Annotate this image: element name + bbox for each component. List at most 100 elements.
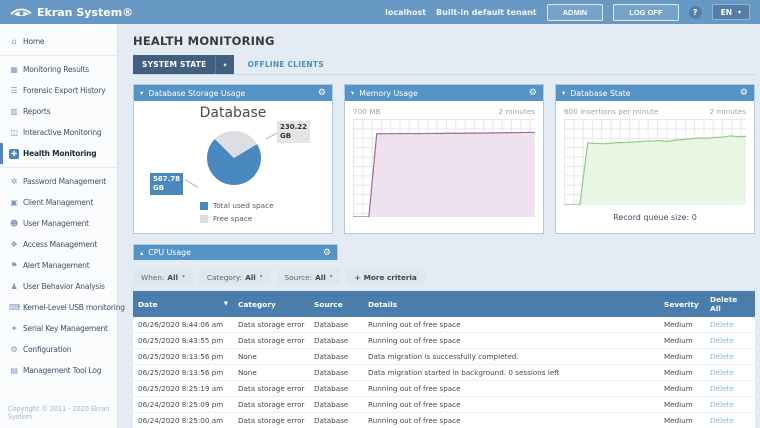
logoff-button[interactable]: LOG OFF [613, 4, 678, 21]
cell-severity: Medium [659, 333, 705, 349]
sidebar-item-label: User Behavior Analysis [23, 281, 105, 292]
record-queue-label: Record queue size: 0 [556, 213, 754, 222]
sidebar-item-alert-management[interactable]: ⚑Alert Management [0, 255, 117, 276]
screen-icon: ◫ [9, 127, 19, 138]
tab-system-state[interactable]: SYSTEM STATE ▾ [133, 55, 234, 74]
filter-row: When: All ▾ Category: All ▾ Source: All … [133, 269, 755, 285]
storage-panel-header: ▾ Database Storage Usage ⚙ [134, 85, 332, 101]
cell-date: 06/26/2020 8:44:06 am [133, 317, 233, 333]
sidebar-item-monitoring-results[interactable]: ▦Monitoring Results [0, 59, 117, 80]
access-icon: ❖ [9, 239, 19, 250]
column-header-source[interactable]: Source [309, 291, 363, 317]
cpu-panel-header: ▴ CPU Usage ⚙ [133, 244, 338, 260]
sidebar-item-client-management[interactable]: ▣Client Management [0, 192, 117, 213]
more-criteria-button[interactable]: + More criteria [346, 269, 424, 285]
sidebar-item-configuration[interactable]: ⚙Configuration [0, 339, 117, 360]
legend-label-free: Free space [213, 214, 252, 223]
free-space-value: 230.22 GB [277, 121, 310, 143]
table-row: 06/26/2020 8:44:06 amData storage error D… [133, 317, 755, 333]
chevron-down-icon[interactable]: ▾ [215, 55, 233, 74]
sidebar-item-user-management[interactable]: ☻User Management [0, 213, 117, 234]
table-row: 06/24/2020 8:25:09 pmData storage errorD… [133, 397, 755, 413]
gear-icon[interactable]: ⚙ [529, 88, 537, 98]
column-header-severity[interactable]: Severity [659, 291, 705, 317]
column-header-category[interactable]: Category [233, 291, 309, 317]
memory-window-label: 2 minutes [499, 107, 536, 116]
cell-action: Delete [705, 413, 755, 428]
sidebar-item-serial-key-management[interactable]: ✦Serial Key Management [0, 318, 117, 339]
tab-offline-clients[interactable]: OFFLINE CLIENTS [234, 55, 338, 74]
sidebar-item-password-management[interactable]: ✲Password Management [0, 171, 117, 192]
database-chart-labels: 600 insertions per minute 2 minutes [556, 101, 754, 119]
cell-action: Delete [705, 365, 755, 381]
column-header-date[interactable]: Date ▼ [133, 291, 233, 317]
more-criteria-label: More criteria [364, 273, 417, 282]
cell-source: Database [309, 413, 363, 428]
cell-date: 06/25/2020 8:13:56 pm [133, 365, 233, 381]
gear-icon[interactable]: ⚙ [318, 88, 326, 98]
events-table-card: Date ▼ Category Source Details Severity … [133, 291, 755, 428]
column-header-details[interactable]: Details [363, 291, 659, 317]
help-icon[interactable]: ? [689, 6, 702, 19]
database-state-panel: ▾ Database State ⚙ 600 insertions per mi… [555, 84, 755, 234]
gear-icon[interactable]: ⚙ [740, 88, 748, 98]
cell-date: 06/25/2020 8:25:19 am [133, 381, 233, 397]
sidebar-item-interactive-monitoring[interactable]: ◫Interactive Monitoring [0, 122, 117, 143]
delete-link[interactable]: Delete [710, 400, 734, 409]
admin-button[interactable]: ADMIN [547, 4, 604, 21]
sidebar-item-label: Alert Management [23, 260, 89, 271]
sidebar-item-home[interactable]: ⌂Home [0, 31, 117, 52]
legend-label-used: Total used space [213, 201, 274, 210]
behavior-icon: ♟ [9, 281, 19, 292]
cell-severity: Medium [659, 317, 705, 333]
sidebar-item-kernel-level-usb-monitoring[interactable]: ⌨Kernel-Level USB monitoring [0, 297, 117, 318]
sidebar-item-access-management[interactable]: ❖Access Management [0, 234, 117, 255]
delete-link[interactable]: Delete [710, 384, 734, 393]
delete-link[interactable]: Delete [710, 336, 734, 345]
memory-chart-labels: 700 MB 2 minutes [345, 101, 543, 119]
tenant-label: Built-in default tenant [436, 8, 537, 17]
collapse-icon[interactable]: ▾ [140, 89, 143, 97]
sidebar-item-label: Home [23, 36, 44, 47]
sidebar-item-forensic-export-history[interactable]: ☰Forensic Export History [0, 80, 117, 101]
column-header-delete-all[interactable]: Delete All [705, 291, 755, 317]
delete-link[interactable]: Delete [710, 352, 734, 361]
delete-link[interactable]: Delete [710, 416, 734, 425]
delete-link[interactable]: Delete [710, 368, 734, 377]
used-space-value: 567.78 GB [150, 173, 183, 195]
cell-category: Data storage error [233, 333, 309, 349]
filter-when[interactable]: When: All ▾ [133, 269, 193, 285]
chevron-down-icon: ▾ [182, 274, 185, 280]
language-select[interactable]: EN ▾ [712, 4, 750, 20]
cell-action: Delete [705, 397, 755, 413]
sidebar-divider [0, 55, 117, 56]
sort-desc-icon[interactable]: ▼ [224, 301, 228, 307]
cell-date: 06/25/2020 8:13:56 pm [133, 349, 233, 365]
sidebar-item-label: Forensic Export History [23, 85, 105, 96]
collapse-icon[interactable]: ▾ [562, 89, 565, 97]
sidebar-item-health-monitoring[interactable]: ✚Health Monitoring [0, 143, 117, 164]
sidebar-divider [0, 167, 117, 168]
sidebar-nav: ⌂Home ▦Monitoring Results☰Forensic Export… [0, 31, 117, 381]
cell-severity: Medium [659, 413, 705, 428]
filter-source[interactable]: Source: All ▾ [277, 269, 341, 285]
sidebar-item-reports[interactable]: ▥Reports [0, 101, 117, 122]
sidebar-item-user-behavior-analysis[interactable]: ♟ User Behavior Analysis [0, 276, 117, 297]
cell-details: Running out of free space [363, 317, 659, 333]
tab-bar: SYSTEM STATE ▾ OFFLINE CLIENTS [133, 55, 755, 75]
cell-details: Data migration started in background. 0 … [363, 365, 659, 381]
filter-source-label: Source: [285, 273, 313, 282]
cell-action: Delete [705, 333, 755, 349]
database-ymax-label: 600 insertions per minute [564, 107, 658, 116]
filter-category[interactable]: Category: All ▾ [199, 269, 271, 285]
sidebar-item-label: Management Tool Log [23, 365, 101, 376]
delete-link[interactable]: Delete [710, 320, 734, 329]
cell-severity: Medium [659, 381, 705, 397]
cell-category: Data storage error [233, 317, 309, 333]
sidebar-item-management-tool-log[interactable]: ▤Management Tool Log [0, 360, 117, 381]
serial-key-icon: ✦ [9, 323, 19, 334]
collapse-icon[interactable]: ▴ [140, 249, 143, 257]
gear-icon[interactable]: ⚙ [323, 248, 331, 258]
table-header-row: Date ▼ Category Source Details Severity … [133, 291, 755, 317]
collapse-icon[interactable]: ▾ [351, 89, 354, 97]
